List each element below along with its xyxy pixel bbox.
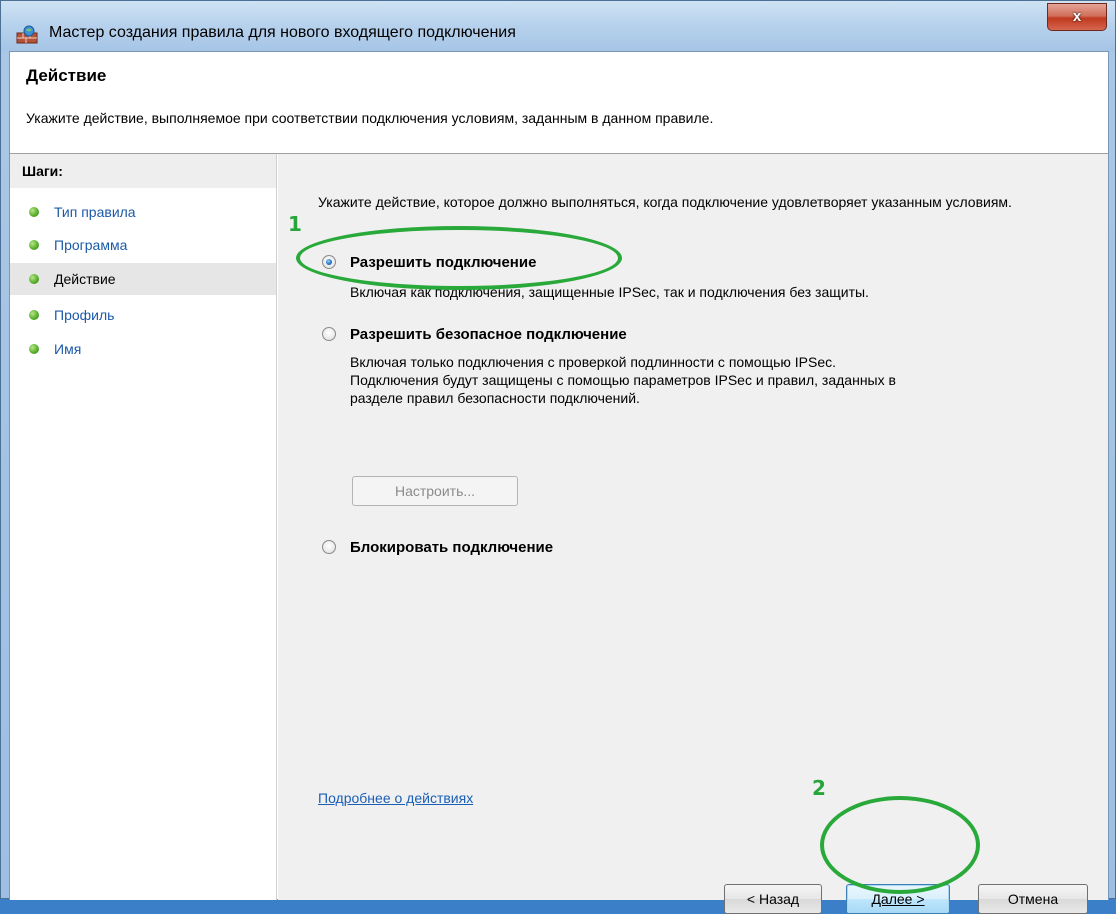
help-link[interactable]: Подробнее о действиях (318, 790, 473, 806)
allow-secure-desc-line1: Включая только подключения с проверкой п… (350, 354, 837, 370)
block-connection-radio[interactable] (322, 540, 336, 554)
allow-secure-desc-line3: разделе правил безопасности подключений. (350, 390, 640, 406)
cancel-button-label: Отмена (1007, 891, 1059, 907)
annotation-ellipse-2 (820, 796, 980, 894)
intro-text: Укажите действие, которое должно выполня… (318, 194, 1012, 210)
step-bullet-icon (29, 240, 39, 250)
page-description: Укажите действие, выполняемое при соотве… (26, 110, 714, 126)
wizard-header: Действие Укажите действие, выполняемое п… (10, 52, 1108, 154)
steps-pane: Шаги: Тип правила Программа Действие Про… (10, 154, 277, 900)
annotation-marker-2: 2 (812, 776, 826, 800)
cancel-button[interactable]: Отмена (978, 884, 1088, 914)
step-bullet-icon (29, 274, 39, 284)
steps-title: Шаги: (10, 154, 276, 188)
allow-secure-label[interactable]: Разрешить безопасное подключение (350, 326, 627, 343)
firewall-icon (16, 25, 38, 44)
allow-secure-radio[interactable] (322, 327, 336, 341)
step-action[interactable]: Действие (10, 263, 276, 295)
configure-button[interactable]: Настроить... (352, 476, 518, 506)
allow-secure-desc-line2: Подключения будут защищены с помощью пар… (350, 372, 896, 388)
wizard-client-area: Действие Укажите действие, выполняемое п… (9, 51, 1109, 914)
step-label: Тип правила (54, 204, 136, 220)
close-button[interactable]: x (1047, 3, 1107, 31)
annotation-ellipse-1 (296, 226, 622, 290)
back-button[interactable]: < Назад (724, 884, 822, 914)
block-connection-label[interactable]: Блокировать подключение (350, 539, 553, 556)
step-profile[interactable]: Профиль (10, 299, 276, 331)
step-label: Имя (54, 341, 82, 357)
page-title: Действие (26, 66, 107, 85)
step-bullet-icon (29, 344, 39, 354)
wizard-window: Мастер создания правила для нового входя… (0, 0, 1116, 914)
step-label: Профиль (54, 307, 115, 323)
step-name[interactable]: Имя (10, 333, 276, 365)
step-bullet-icon (29, 207, 39, 217)
back-button-label: < Назад (746, 891, 800, 907)
step-label: Действие (54, 271, 116, 287)
title-bar[interactable]: Мастер создания правила для нового входя… (1, 1, 1115, 51)
step-rule-type[interactable]: Тип правила (10, 196, 276, 228)
step-bullet-icon (29, 310, 39, 320)
window-title: Мастер создания правила для нового входя… (49, 24, 516, 41)
annotation-marker-1: 1 (288, 212, 302, 236)
step-program[interactable]: Программа (10, 229, 276, 261)
step-label: Программа (54, 237, 128, 253)
